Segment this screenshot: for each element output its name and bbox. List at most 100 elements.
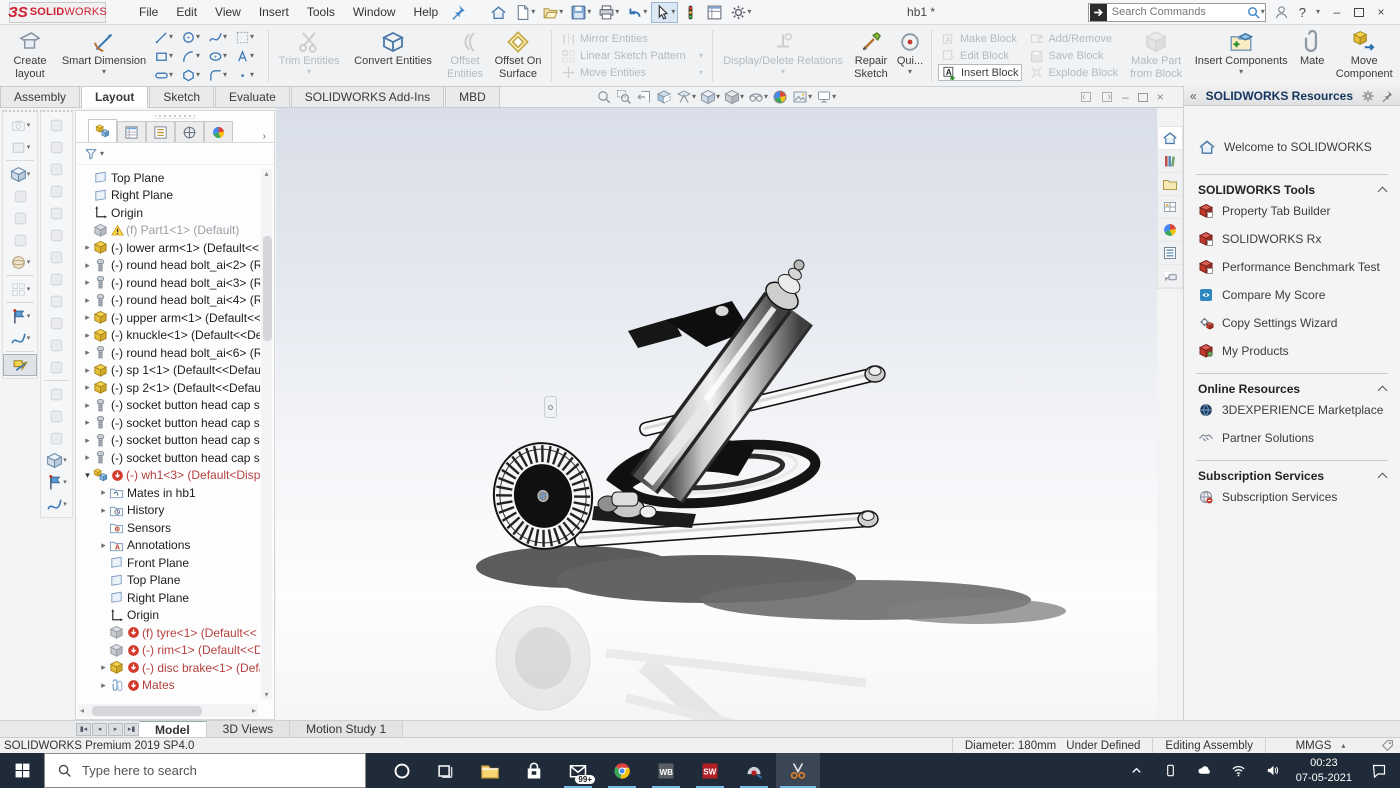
generic-tool-button[interactable] [41,158,72,180]
help-button[interactable]: ? [1299,5,1306,20]
resource-link[interactable]: 3DEXPERIENCE Marketplace [1198,402,1388,418]
tree-item[interactable]: Top Plane [76,572,260,590]
menu-edit[interactable]: Edit [167,1,206,23]
tree-item[interactable]: ▸AAnnotations [76,537,260,555]
tree-expand-arrow[interactable]: ▸ [82,400,93,411]
phone-link-tray-button[interactable] [1156,753,1186,788]
task-pane-tab-home[interactable] [1158,127,1182,150]
fillet-tool-button[interactable]: ▾ [208,66,235,85]
tree-item[interactable]: Origin [76,204,260,222]
generic-tool-button[interactable] [41,334,72,356]
tree-expand-arrow[interactable]: ▸ [98,540,109,551]
tree-item[interactable]: ▸Mates in hb1 [76,484,260,502]
pattern-tool-button[interactable]: ▾ [3,278,37,300]
tree-expand-arrow[interactable]: ▸ [98,505,109,516]
edit-appearance-button[interactable] [771,89,789,105]
tree-item[interactable]: Origin [76,607,260,625]
nav-last-button[interactable]: ▸▮ [124,723,139,736]
zoom-to-fit-button[interactable] [595,89,613,105]
entity-pattern-tool-button[interactable]: ▾ [235,28,262,47]
fm-tab-config-tab[interactable] [146,121,175,142]
tree-item[interactable]: ▸(-) lower arm<1> (Default<<D [76,239,260,257]
print-button[interactable]: ▾ [595,2,622,23]
fillet-caret[interactable]: ▾ [223,71,227,79]
tree-item[interactable]: ▸(-) round head bolt_ai<2> (RH [76,257,260,275]
fm-tab-properties-tab[interactable] [117,121,146,142]
chevron-up-tray-button[interactable] [1122,753,1152,788]
polygon-caret[interactable]: ▾ [196,71,200,79]
tree-item[interactable]: ▸(-) knuckle<1> (Default<<Def [76,327,260,345]
filter-icon[interactable] [84,147,98,161]
task-view-taskbar-button[interactable] [424,753,468,788]
solidworks-app-taskbar-button[interactable]: SW [688,753,732,788]
smart-dimension-button[interactable]: Smart Dimension ▾ [56,27,152,85]
tree-expand-arrow[interactable]: ▸ [82,435,93,446]
volume-tray-button[interactable] [1258,753,1288,788]
menu-file[interactable]: File [130,1,167,23]
tree-item[interactable]: ▾(-) wh1<3> (Default<Displ [76,467,260,485]
menu-window[interactable]: Window [344,1,405,23]
options-button[interactable]: ▾ [727,2,754,23]
flag-tool-button[interactable]: ▾ [3,305,37,327]
tab-assembly[interactable]: Assembly [0,86,80,107]
make-part-from-block-button[interactable]: Make Part from Block [1123,27,1189,85]
slot-caret[interactable]: ▾ [169,71,173,79]
nav-first-button[interactable]: ▮◂ [76,723,91,736]
collapse-chevron-icon[interactable] [1378,473,1388,483]
nav-prev-button[interactable]: ◂ [92,723,107,736]
arc-tool-button[interactable]: ▾ [181,47,208,66]
menu-help[interactable]: Help [405,1,448,23]
sphere-caret[interactable]: ▾ [27,259,31,266]
task-pane-tab-custom-properties[interactable] [1158,242,1182,265]
tree-item[interactable]: ▸(-) round head bolt_ai<6> (RH [76,344,260,362]
display-style-button[interactable]: ▾ [723,89,745,105]
ellipse-tool-button[interactable]: ▾ [208,47,235,66]
cortana-taskbar-button[interactable] [380,753,424,788]
start-button[interactable] [0,753,44,788]
action-center-button[interactable] [1360,753,1398,788]
tree-item[interactable]: (f) Part1<1> (Default) [76,222,260,240]
tree-item[interactable]: ▸Mates [76,677,260,695]
task-pane-tab-design-library[interactable] [1158,150,1182,173]
add-remove-button[interactable]: Add/Remove [1026,31,1121,48]
arc-caret[interactable]: ▾ [196,52,200,60]
tree-expand-arrow[interactable]: ▸ [82,295,93,306]
fm-tab-assembly[interactable] [88,119,117,142]
resource-link[interactable]: My Products [1198,343,1388,359]
polygon-tool-button[interactable]: ▾ [181,66,208,85]
apply-scene-button[interactable]: ▾ [791,89,813,105]
cube-blue-caret[interactable]: ▾ [27,171,31,178]
onedrive-tray-button[interactable] [1190,753,1220,788]
text-tool-button[interactable]: ▾ [235,47,262,66]
task-pane-tab-forum[interactable] [1158,265,1182,288]
tree-expand-arrow[interactable]: ▸ [82,347,93,358]
flag-caret[interactable]: ▾ [27,313,31,320]
camera-tool-button[interactable]: ▾ [3,114,37,136]
fm-tabs-overflow[interactable]: › [263,131,266,142]
generic-tool-button[interactable] [41,224,72,246]
camera-caret[interactable]: ▾ [27,122,31,129]
section-header-subscription-services[interactable]: Subscription Services [1198,469,1386,483]
resource-link[interactable]: SOLIDWORKS Rx [1198,231,1388,247]
generic-tool-button[interactable] [3,207,37,229]
hide-show-items-button[interactable]: ▾ [747,89,769,105]
tree-expand-arrow[interactable]: ▸ [82,382,93,393]
ellipse-caret[interactable]: ▾ [223,52,227,60]
print-caret[interactable]: ▾ [615,8,619,16]
undo-caret[interactable]: ▾ [643,8,647,16]
snipping-taskbar-button[interactable] [776,753,820,788]
tree-item[interactable]: ▸(-) socket button head cap scre [76,414,260,432]
point-tool-button[interactable]: ▾ [235,66,262,85]
store-taskbar-button[interactable] [512,753,556,788]
tree-expand-arrow[interactable]: ▸ [98,662,109,673]
generic-tool-button[interactable] [41,383,72,405]
edit-block-button[interactable]: Edit Block [938,48,1022,65]
search-options-caret[interactable]: ▾ [1261,8,1265,16]
resource-link[interactable]: Property Tab Builder [1198,203,1388,219]
flag-tool-button[interactable]: ▾ [41,471,72,493]
tree-expand-arrow[interactable]: ▸ [98,487,109,498]
box-caret[interactable]: ▾ [27,144,31,151]
tree-scroll-thumb[interactable] [263,236,272,341]
user-account-icon[interactable] [1274,5,1289,20]
tree-item[interactable]: ▸(-) sp 2<1> (Default<<Default [76,379,260,397]
